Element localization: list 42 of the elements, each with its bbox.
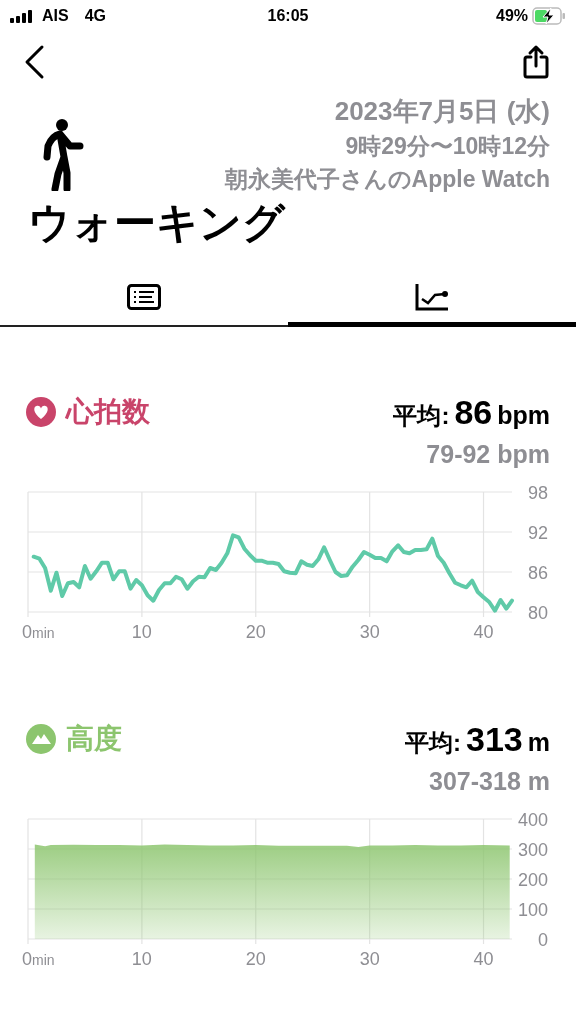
x-axis-label: 20	[245, 949, 266, 969]
range-value: 79-92 bpm	[425, 439, 551, 470]
share-button[interactable]	[522, 44, 550, 80]
y-axis-label: 200	[517, 870, 548, 890]
y-axis-label: 100	[517, 900, 548, 920]
x-axis-label: 40	[473, 949, 494, 969]
y-axis-label: 80	[527, 603, 548, 623]
device-name: 朝永美代子さんのApple Watch	[224, 165, 550, 194]
y-axis-label: 400	[517, 810, 548, 830]
x-axis-label: 30	[359, 949, 380, 969]
unit-label: m	[527, 727, 550, 757]
x-axis-label: 10	[131, 949, 152, 969]
average-value: 313	[466, 719, 523, 759]
average-value: 86	[454, 392, 493, 432]
network-type: 4G	[84, 7, 106, 25]
y-axis-label: 92	[527, 523, 548, 543]
workout-date: 2023年7月5日 (水)	[334, 95, 550, 128]
x-axis-label: 40	[473, 622, 494, 642]
unit-label: bpm	[497, 400, 550, 430]
y-axis-label: 98	[527, 483, 548, 503]
average-label: 平均:	[393, 400, 450, 431]
x-axis-label: 30	[359, 622, 380, 642]
section-title: 心拍数	[66, 395, 150, 429]
list-icon	[127, 283, 161, 310]
y-axis-label: 300	[517, 840, 548, 860]
mountain-icon	[26, 724, 56, 754]
x-axis-label: 0min	[22, 949, 55, 969]
x-axis-label: 10	[131, 622, 152, 642]
range-value: 307-318 m	[428, 766, 551, 797]
carrier-name: AIS	[42, 7, 69, 25]
section-title: 高度	[66, 722, 122, 756]
battery-charging-icon	[532, 7, 566, 25]
average-label: 平均:	[405, 727, 462, 758]
y-axis-label: 86	[527, 563, 548, 583]
x-axis-label: 20	[245, 622, 266, 642]
workout-time-range: 9時29分〜10時12分	[345, 132, 550, 161]
y-axis-label: 0	[538, 930, 548, 950]
line-chart-icon	[415, 282, 449, 311]
x-axis-label: 0min	[22, 622, 55, 642]
workout-title: ウォーキング	[28, 198, 287, 248]
clock-time: 16:05	[267, 7, 309, 24]
battery-percent: 49%	[496, 7, 528, 25]
